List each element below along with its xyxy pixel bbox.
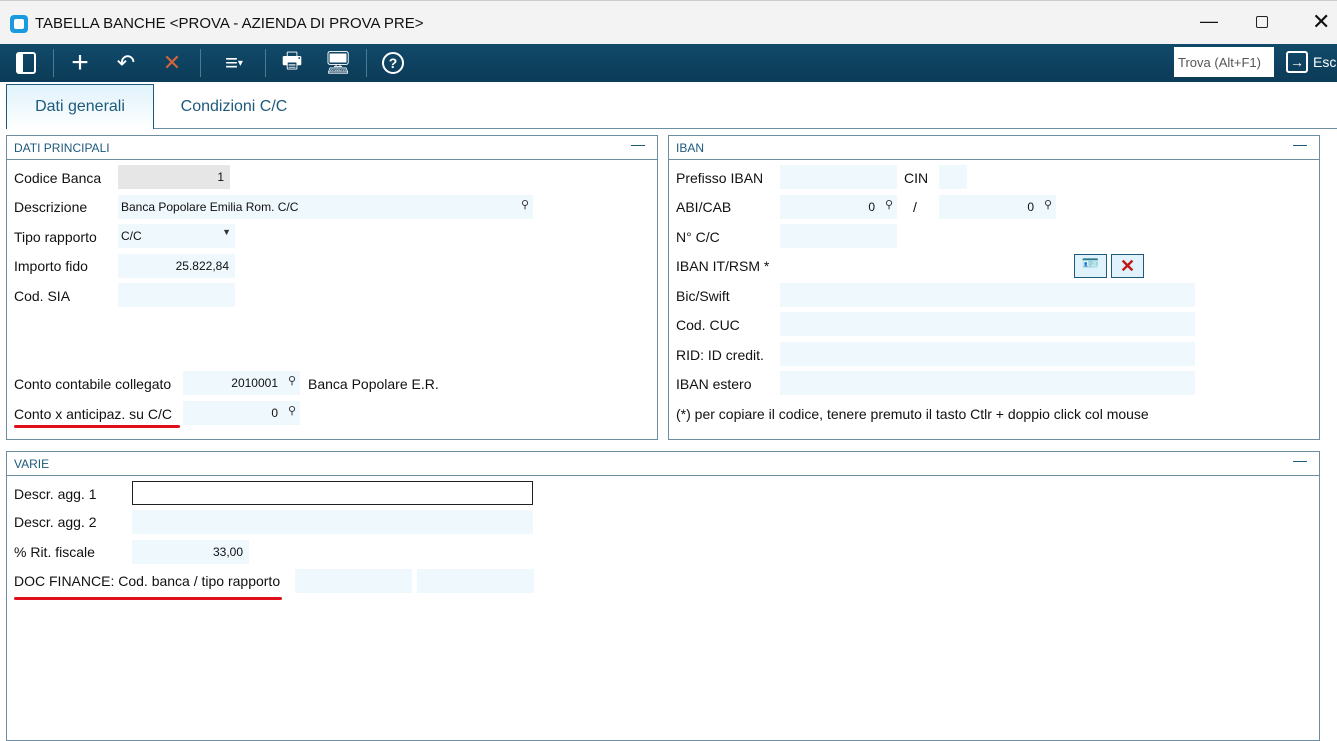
conto-anticipaz-value: 0 bbox=[271, 406, 278, 420]
abicab-label: ABI/CAB bbox=[676, 199, 732, 215]
dati-principali-panel: DATI PRINCIPALI bbox=[6, 135, 658, 440]
close-button[interactable]: ✕ bbox=[1312, 9, 1330, 35]
tab-divider bbox=[154, 128, 1337, 129]
conto-collegato-label: Conto contabile collegato bbox=[14, 376, 172, 392]
red-underline bbox=[14, 425, 180, 428]
cab-field[interactable]: 0 ⚲ bbox=[939, 195, 1056, 219]
codice-banca-label: Codice Banca bbox=[14, 170, 102, 186]
title-bar: TABELLA BANCHE <PROVA - AZIENDA DI PROVA… bbox=[0, 0, 1337, 44]
toolbar: + ↶ ✕ ≡ ▾ 🖶 🖥 ? Trova (Alt+F1) → Esci bbox=[0, 44, 1337, 82]
descr1-field[interactable] bbox=[132, 481, 533, 505]
tab-label: Condizioni C/C bbox=[180, 97, 288, 115]
cin-field[interactable] bbox=[939, 165, 967, 189]
delete-icon[interactable]: ✕ bbox=[154, 44, 190, 82]
iban-it-label: IBAN IT/RSM * bbox=[676, 258, 770, 274]
panel-title: IBAN bbox=[669, 136, 1319, 160]
conto-collegato-desc: Banca Popolare E.R. bbox=[308, 376, 439, 392]
codice-banca-field[interactable]: 1 bbox=[118, 165, 230, 189]
conto-anticipaz-field[interactable]: 0 ⚲ bbox=[183, 401, 300, 425]
importo-fido-label: Importo fido bbox=[14, 258, 88, 274]
undo-icon[interactable]: ↶ bbox=[108, 44, 144, 82]
bic-field[interactable] bbox=[780, 283, 1195, 307]
slash: / bbox=[913, 199, 917, 215]
rid-field[interactable] bbox=[780, 342, 1195, 366]
prefisso-iban-field[interactable] bbox=[780, 165, 897, 189]
print-icon[interactable]: 🖶 bbox=[274, 44, 310, 82]
cab-value: 0 bbox=[1027, 200, 1034, 214]
nconto-field[interactable] bbox=[780, 224, 897, 248]
cin-label: CIN bbox=[904, 170, 929, 186]
iban-estero-field[interactable] bbox=[780, 371, 1195, 395]
descr1-label: Descr. agg. 1 bbox=[14, 486, 97, 502]
descrizione-field[interactable]: Banca Popolare Emilia Rom. C/C ⚲ bbox=[118, 195, 533, 219]
doc-tipo-rapporto-field[interactable] bbox=[417, 569, 534, 593]
doc-finance-label: DOC FINANCE: Cod. banca / tipo rapporto bbox=[14, 573, 281, 589]
iban-clear-button[interactable]: ✕ bbox=[1111, 254, 1144, 278]
search-icon[interactable]: ⚲ bbox=[1044, 198, 1052, 211]
descr2-label: Descr. agg. 2 bbox=[14, 514, 97, 530]
monitor-icon[interactable]: 🖥 bbox=[320, 44, 356, 82]
chevron-down-icon[interactable]: ▼ bbox=[222, 227, 231, 237]
cod-sia-field[interactable] bbox=[118, 283, 235, 307]
abi-field[interactable]: 0 ⚲ bbox=[780, 195, 897, 219]
search-icon[interactable]: ⚲ bbox=[521, 198, 529, 211]
iban-card-button[interactable]: 🪪 bbox=[1074, 254, 1107, 278]
cuc-field[interactable] bbox=[780, 312, 1195, 336]
exit-icon[interactable]: → bbox=[1286, 51, 1308, 73]
rit-field[interactable]: 33,00 bbox=[132, 540, 249, 564]
search-icon[interactable]: ⚲ bbox=[288, 374, 296, 387]
minimize-button[interactable]: — bbox=[1200, 11, 1218, 32]
add-icon[interactable]: + bbox=[62, 44, 98, 82]
rid-label: RID: ID credit. bbox=[676, 347, 764, 363]
importo-fido-field[interactable]: 25.822,84 bbox=[118, 254, 235, 278]
collapse-icon[interactable] bbox=[631, 138, 645, 146]
search-input[interactable]: Trova (Alt+F1) bbox=[1174, 47, 1274, 77]
tipo-rapporto-value: C/C bbox=[121, 229, 142, 243]
conto-collegato-value: 2010001 bbox=[231, 376, 278, 390]
bic-label: Bic/Swift bbox=[676, 288, 730, 304]
app-icon bbox=[10, 15, 28, 33]
descrizione-value: Banca Popolare Emilia Rom. C/C bbox=[121, 200, 299, 214]
maximize-button[interactable] bbox=[1256, 16, 1268, 28]
descrizione-label: Descrizione bbox=[14, 199, 88, 215]
tipo-rapporto-label: Tipo rapporto bbox=[14, 229, 97, 245]
panel-title: VARIE bbox=[7, 452, 1319, 476]
conto-anticipaz-label: Conto x anticipaz. su C/C bbox=[14, 406, 172, 422]
window-title: TABELLA BANCHE <PROVA - AZIENDA DI PROVA… bbox=[35, 15, 424, 32]
cod-sia-label: Cod. SIA bbox=[14, 288, 71, 304]
exit-button[interactable]: Esci bbox=[1313, 54, 1337, 70]
search-icon[interactable]: ⚲ bbox=[288, 404, 296, 417]
tipo-rapporto-select[interactable]: C/C ▼ bbox=[118, 224, 235, 248]
abi-value: 0 bbox=[868, 200, 875, 214]
cuc-label: Cod. CUC bbox=[676, 317, 740, 333]
help-icon[interactable]: ? bbox=[375, 44, 411, 82]
tab-label: Dati generali bbox=[35, 98, 125, 115]
descr2-field[interactable] bbox=[132, 510, 533, 534]
conto-collegato-field[interactable]: 2010001 ⚲ bbox=[183, 371, 300, 395]
iban-estero-label: IBAN estero bbox=[676, 376, 752, 392]
red-underline bbox=[14, 597, 282, 600]
tab-dati-generali[interactable]: Dati generali bbox=[6, 84, 154, 129]
menu-icon[interactable]: ≡ ▾ bbox=[214, 44, 254, 82]
nconto-label: N° C/C bbox=[676, 229, 720, 245]
panel-title: DATI PRINCIPALI bbox=[7, 136, 657, 160]
prefisso-iban-label: Prefisso IBAN bbox=[676, 170, 764, 186]
doc-cod-banca-field[interactable] bbox=[295, 569, 412, 593]
sidebar-toggle-icon[interactable] bbox=[8, 44, 44, 82]
search-icon[interactable]: ⚲ bbox=[885, 198, 893, 211]
collapse-icon[interactable] bbox=[1293, 138, 1307, 146]
tab-condizioni-cc[interactable]: Condizioni C/C bbox=[154, 84, 314, 129]
collapse-icon[interactable] bbox=[1293, 454, 1307, 462]
rit-label: % Rit. fiscale bbox=[14, 544, 95, 560]
iban-note: (*) per copiare il codice, tenere premut… bbox=[676, 406, 1149, 422]
